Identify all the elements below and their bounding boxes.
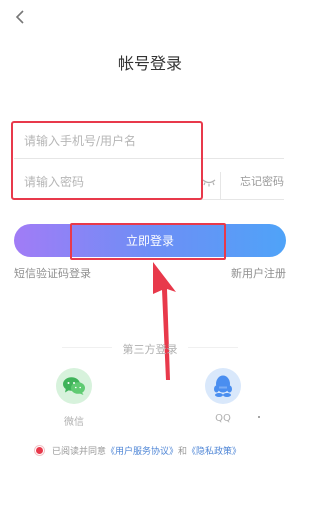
qq-label: QQ bbox=[215, 413, 231, 424]
qq-login-button[interactable]: QQ bbox=[193, 368, 253, 424]
password-underline bbox=[14, 199, 284, 200]
account-field bbox=[14, 123, 284, 159]
password-field: 忘记密码 bbox=[14, 164, 284, 200]
back-button[interactable] bbox=[12, 8, 28, 26]
decorative-dot bbox=[258, 416, 260, 418]
radio-checked-dot bbox=[36, 447, 43, 454]
field-separator bbox=[220, 172, 221, 200]
wechat-login-button[interactable]: 微信 bbox=[44, 368, 104, 428]
privacy-policy-link[interactable]: 《隐私政策》 bbox=[187, 444, 241, 457]
login-button-label: 立即登录 bbox=[125, 234, 174, 248]
forgot-password-link[interactable]: 忘记密码 bbox=[240, 173, 284, 189]
login-button[interactable]: 立即登录 bbox=[14, 224, 286, 257]
account-underline bbox=[14, 158, 284, 159]
agreement-prefix: 已阅读并同意 bbox=[52, 447, 107, 457]
password-input[interactable] bbox=[24, 170, 204, 194]
account-input[interactable] bbox=[24, 129, 204, 153]
user-agreement-link[interactable]: 《用户服务协议》 bbox=[106, 444, 178, 457]
wechat-icon bbox=[56, 368, 92, 404]
eye-closed-icon[interactable] bbox=[202, 176, 216, 188]
divider-right bbox=[188, 347, 238, 348]
third-party-title: 第三方登录 bbox=[122, 343, 178, 356]
agreement-conjunction: 和 bbox=[178, 447, 188, 457]
wechat-label: 微信 bbox=[64, 417, 84, 428]
register-link[interactable]: 新用户注册 bbox=[231, 265, 286, 281]
qq-icon bbox=[205, 368, 241, 404]
annotation-arrow-icon bbox=[153, 262, 176, 380]
agreement-row: 已阅读并同意 《用户服务协议》 和 《隐私政策》 bbox=[34, 444, 294, 457]
page-title: 帐号登录 bbox=[117, 54, 182, 73]
sms-login-link[interactable]: 短信验证码登录 bbox=[14, 265, 91, 281]
agreement-radio[interactable] bbox=[34, 445, 45, 456]
chevron-left-icon bbox=[15, 10, 24, 24]
